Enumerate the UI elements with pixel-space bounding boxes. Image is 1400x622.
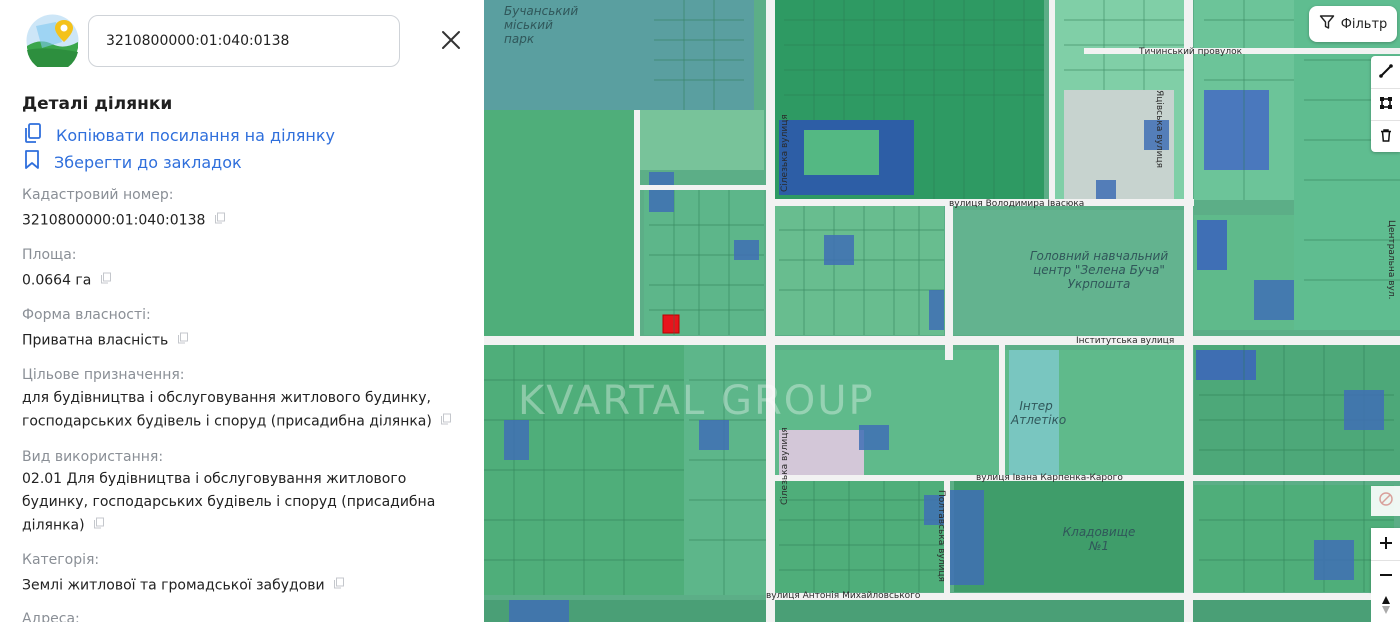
street-label-instytutska: Інститутська вулиця bbox=[1076, 336, 1175, 346]
details-panel: 3210800000:01:040:0138 Деталі ділянки Ко… bbox=[0, 0, 484, 622]
copy-icon bbox=[22, 122, 44, 148]
bookmark-button[interactable]: Зберегти до закладок bbox=[22, 149, 242, 175]
park-label: Бучанський міський парк bbox=[504, 4, 579, 46]
parcel-area bbox=[634, 110, 764, 170]
parcel-area bbox=[484, 600, 1400, 622]
draw-tools bbox=[1371, 56, 1400, 152]
line-icon bbox=[1378, 63, 1393, 82]
filter-icon bbox=[1319, 14, 1335, 34]
copy-small-icon[interactable] bbox=[214, 209, 226, 232]
selected-parcel bbox=[662, 314, 680, 334]
trash-icon bbox=[1379, 127, 1393, 146]
cadastral-value-row: 3210800000:01:040:0138 bbox=[22, 209, 462, 233]
parcel-area bbox=[774, 205, 944, 335]
layer-toggle-button[interactable] bbox=[1371, 486, 1400, 516]
usage-label: Вид використання: bbox=[22, 449, 164, 465]
usage-value-row: 02.01 Для будівництва і обслуговування ж… bbox=[22, 468, 442, 538]
street-label-ivasiuk: вулиця Володимира Івасюка bbox=[949, 199, 1085, 209]
measure-line-button[interactable] bbox=[1371, 56, 1400, 88]
parcel-blue-area bbox=[1204, 90, 1269, 170]
street-label-tychynskyi: Тичинський провулок bbox=[1139, 47, 1243, 57]
copy-link-label: Копіювати посилання на ділянку bbox=[56, 125, 335, 145]
delete-drawing-button[interactable] bbox=[1371, 120, 1400, 152]
plus-icon bbox=[1379, 535, 1393, 554]
inter-label: Інтер Атлетіко bbox=[1011, 399, 1067, 427]
street-label-poltavska: Полтавська вулиця bbox=[936, 490, 946, 582]
layer-off-icon bbox=[1378, 491, 1394, 511]
copy-small-icon[interactable] bbox=[100, 269, 112, 292]
copy-small-icon[interactable] bbox=[440, 410, 452, 433]
ownership-value-row: Приватна власність bbox=[22, 329, 462, 353]
measure-area-button[interactable] bbox=[1371, 88, 1400, 120]
copy-small-icon[interactable] bbox=[333, 574, 345, 597]
copy-small-icon[interactable] bbox=[177, 329, 189, 352]
parcel-area bbox=[804, 130, 879, 175]
filter-label: Фільтр bbox=[1340, 16, 1388, 32]
purpose-value-row: для будівництва і обслуговування житлово… bbox=[22, 387, 462, 434]
cadastral-search-input[interactable]: 3210800000:01:040:0138 bbox=[88, 15, 400, 67]
zoom-out-button[interactable] bbox=[1371, 560, 1400, 592]
search-input-value: 3210800000:01:040:0138 bbox=[106, 33, 290, 49]
filter-button[interactable]: Фільтр bbox=[1309, 6, 1397, 42]
minus-icon bbox=[1379, 567, 1393, 586]
purpose-value: для будівництва і обслуговування житлово… bbox=[22, 390, 432, 430]
parcel-blue-area bbox=[1197, 220, 1227, 270]
street-label-tsentralna: Центральна вул. bbox=[1386, 220, 1396, 300]
app-logo-icon[interactable] bbox=[26, 14, 79, 73]
purpose-label: Цільове призначення: bbox=[22, 367, 185, 383]
street-label-mykhailovskyi: вулиця Антонія Михайловського bbox=[766, 591, 921, 601]
street-label-silezka-bottom: Сілезька вулиця bbox=[780, 427, 790, 505]
compass-icon bbox=[1381, 596, 1391, 618]
address-label: Адреса: bbox=[22, 611, 80, 622]
cadastral-value: 3210800000:01:040:0138 bbox=[22, 212, 206, 229]
close-icon[interactable] bbox=[437, 26, 465, 54]
category-value: Землі житлової та громадської забудови bbox=[22, 577, 325, 594]
center-label: Головний навчальний центр "Зелена Буча" … bbox=[1029, 249, 1169, 291]
polygon-icon bbox=[1379, 95, 1393, 114]
parcel-blue-area bbox=[1196, 350, 1256, 380]
zoom-in-button[interactable] bbox=[1371, 528, 1400, 560]
street-label-silezka-top: Сілезька вулиця bbox=[780, 114, 790, 192]
cadastral-label: Кадастровий номер: bbox=[22, 187, 174, 203]
street-label-karpenko: вулиця Івана Карпенка-Карого bbox=[976, 473, 1123, 483]
watermark-text: KVARTAL GROUP bbox=[518, 378, 875, 424]
usage-value: 02.01 Для будівництва і обслуговування ж… bbox=[22, 471, 436, 534]
bookmark-icon bbox=[22, 149, 42, 175]
copy-small-icon[interactable] bbox=[93, 514, 105, 537]
zoom-controls bbox=[1371, 528, 1400, 592]
copy-link-button[interactable]: Копіювати посилання на ділянку bbox=[22, 122, 335, 148]
street-label-yatsivska: Яцівська вулиця bbox=[1154, 90, 1164, 169]
area-value-row: 0.0664 га bbox=[22, 269, 462, 293]
cemetery-label: Кладовище №1 bbox=[1062, 525, 1136, 553]
area-value: 0.0664 га bbox=[22, 272, 92, 289]
ownership-label: Форма власності: bbox=[22, 307, 151, 323]
building-area bbox=[779, 430, 864, 475]
parcel-area bbox=[484, 110, 634, 340]
ownership-value: Приватна власність bbox=[22, 332, 169, 349]
cadastral-map[interactable]: Бучанський міський парк Тичинський прову… bbox=[484, 0, 1400, 622]
parcel-area bbox=[774, 480, 949, 592]
category-label: Категорія: bbox=[22, 552, 100, 568]
bookmark-label: Зберегти до закладок bbox=[54, 152, 242, 172]
category-value-row: Землі житлової та громадської забудови bbox=[22, 574, 462, 598]
area-label: Площа: bbox=[22, 247, 77, 263]
compass-button[interactable] bbox=[1371, 592, 1400, 622]
details-title: Деталі ділянки bbox=[22, 94, 173, 114]
